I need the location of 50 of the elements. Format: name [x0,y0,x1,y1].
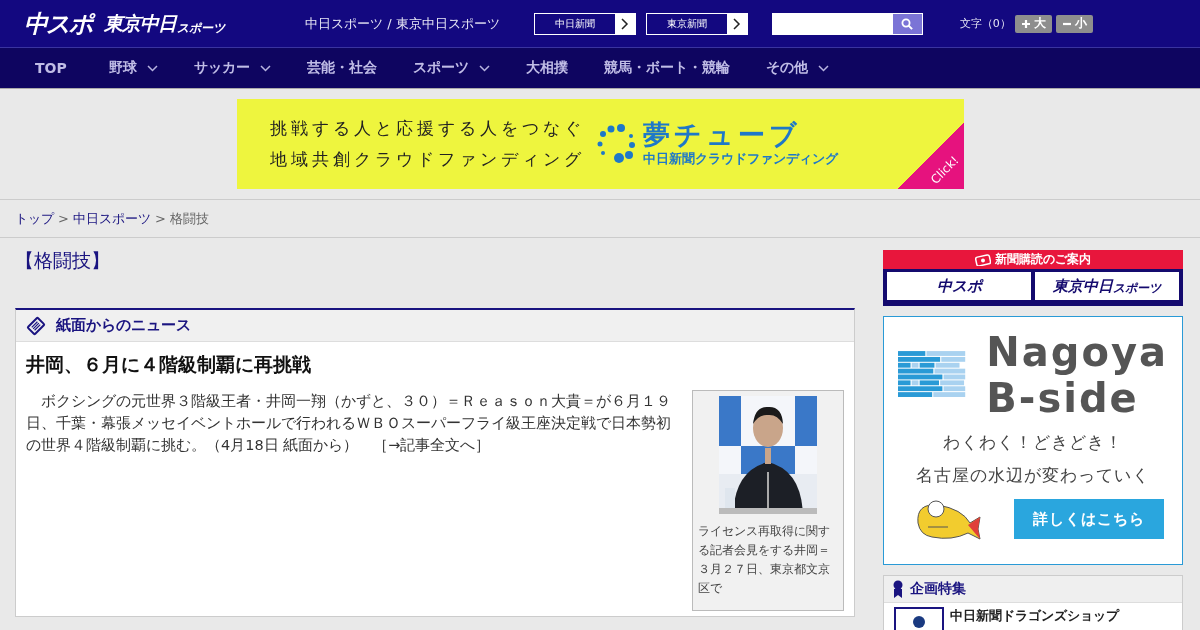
chevron-down-icon [259,64,271,72]
breadcrumb-separator: > [58,211,69,226]
category-title: 【格闘技】 [15,248,111,273]
chevron-down-icon [817,64,829,72]
font-size-label: 文字（0） [959,16,1011,31]
search-button[interactable] [892,13,922,34]
banner-text: 地域共創クラウドファンディング [269,148,585,171]
full-article-link[interactable]: ［→記事全文へ］ [373,437,491,453]
breadcrumb-link[interactable]: 中日スポーツ [72,209,151,228]
newspaper-icon [26,315,46,336]
nav-menu-item[interactable]: 大相撲 [525,59,568,77]
plus-icon [1020,18,1031,29]
newspaper-logo: 中スポ [887,272,1031,300]
chevron-right-icon [732,17,741,30]
site-title: 中日スポーツ / 東京中日スポーツ [305,14,500,33]
ad-text: わくわく！どきどき！ [943,431,1123,454]
chevron-down-icon [146,64,158,72]
newspaper-logo: 東京中日スポーツ [1035,272,1179,300]
ad-headline: B-side [986,375,1140,421]
news-panel-title: 紙面からのニュース [56,316,191,335]
article-headline[interactable]: 井岡、６月に４階級制覇に再挑戦 [26,352,844,378]
nav-menu-item[interactable]: 野球 [108,59,158,77]
nav-menu-item[interactable]: 競馬・ボート・競輪 [603,59,730,77]
newspaper-link[interactable]: 中日新聞 [533,12,636,35]
nav-menu-item[interactable]: スポーツ [412,59,490,77]
subscription-title: 新聞購読のご案内 [995,251,1091,268]
nav-menu-item[interactable]: 芸能・社会 [306,59,377,77]
subscription-banner[interactable]: 新聞購読のご案内 中スポ 東京中日スポーツ [883,250,1183,306]
newspaper-link[interactable]: 東京新聞 [645,12,748,35]
chevron-right-icon [620,17,629,30]
ticket-icon [975,253,991,266]
breadcrumb-separator: > [154,211,166,226]
chevron-down-icon [478,64,490,72]
feature-panel-title: 企画特集 [910,580,966,598]
ribbon-award-icon [892,580,904,598]
search-icon [901,17,914,30]
photo-caption: ライセンス再取得に関する記者会見をする井岡＝３月２７日、東京都文京区で [698,523,831,597]
nav-menu-item[interactable]: その他 [765,59,829,77]
ad-headline: Nagoya [986,329,1168,375]
search-field[interactable] [771,12,923,35]
brand-name: 夢チューブ [642,120,802,148]
breadcrumb-current: 格闘技 [169,209,209,228]
brand-subtitle: 中日新聞クラウドファンディング [642,150,838,168]
nav-menu-item[interactable]: TOP [35,60,67,76]
article-summary: ボクシングの元世界３階級王者・井岡一翔（かずと、３０）＝Ｒｅａｓｏｎ大貴＝が６月１９日、千葉・幕張メッセイベントホールで行われるＷＢＯスーパーフライ級王座決定戦で日本勢初の世界４階級制覇に挑む。（4月18日 紙面から） ［→記事全文へ］ [26,392,672,455]
breadcrumb-link[interactable]: トップ [15,209,54,228]
nav-menu-item[interactable]: サッカー [193,59,271,77]
ad-text: 名古屋の水辺が変わっていく [916,464,1150,487]
dots-logo-icon [596,124,637,164]
banner-text: 挑戦する人と応援する人をつなぐ [269,117,585,140]
